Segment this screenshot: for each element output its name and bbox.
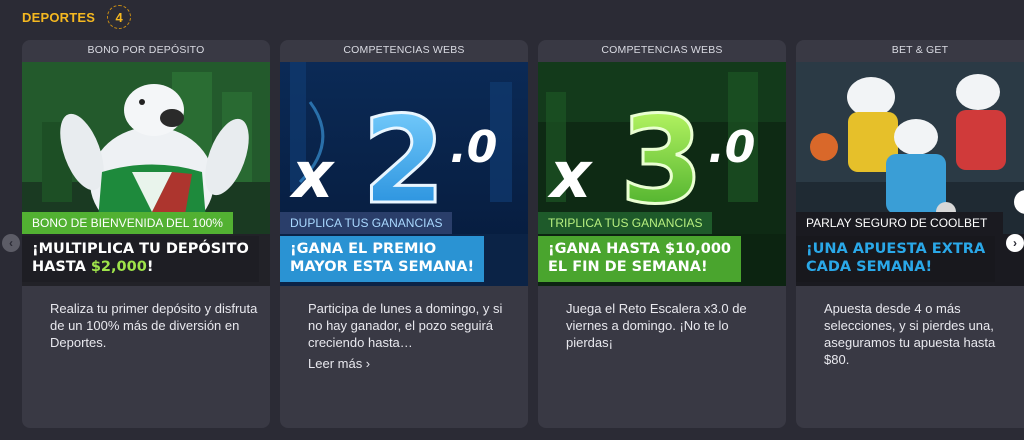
section-title: DEPORTES xyxy=(22,9,96,25)
promo-headline: ¡GANA EL PREMIO MAYOR ESTA SEMANA! xyxy=(280,236,485,282)
carousel-prev-button[interactable]: ‹ xyxy=(2,234,20,252)
promo-headline: ¡UNA APUESTA EXTRA CADA SEMANA! xyxy=(796,236,996,282)
promo-banner[interactable]: x 3 .0 TRIPLICA TUS GANANCIAS ¡GANA HAST… xyxy=(538,62,786,286)
headline-line-1: ¡GANA HASTA $10,000 xyxy=(548,241,732,257)
promo-card-bet-get[interactable]: BET & GET PARLAY SEGURO DE COOLBET ¡UNA … xyxy=(796,40,1024,428)
promo-card-x3[interactable]: COMPETENCIAS WEBS x 3 .0 TRIPLICA TUS GA… xyxy=(538,40,786,428)
headline-amount: $2,000 xyxy=(90,259,147,275)
card-category: COMPETENCIAS WEBS xyxy=(601,44,723,56)
banner-decimal: .0 xyxy=(708,122,755,173)
promo-tag: PARLAY SEGURO DE COOLBET xyxy=(796,212,1004,234)
read-more-link[interactable]: Leer más › xyxy=(308,356,370,371)
headline-line-2: HASTA $2,000! xyxy=(32,258,249,276)
promo-headline: ¡MULTIPLICA TU DEPÓSITO HASTA $2,000! xyxy=(22,236,259,282)
headline-line-1: ¡MULTIPLICA TU DEPÓSITO xyxy=(32,241,249,257)
banner-prefix: x xyxy=(289,139,335,213)
card-description: Juega el Reto Escalera x3.0 de viernes a… xyxy=(566,301,747,350)
headline-prefix: HASTA xyxy=(32,259,91,275)
promo-tag: DUPLICA TUS GANANCIAS xyxy=(280,212,453,234)
card-description: Realiza tu primer depósito y disfruta de… xyxy=(50,301,258,350)
banner-prefix: x xyxy=(547,139,593,213)
card-category: BET & GET xyxy=(891,44,949,56)
section-header: DEPORTES 4 xyxy=(22,5,132,29)
headline-line-2: CADA SEMANA! xyxy=(806,259,933,275)
card-description: Apuesta desde 4 o más selecciones, y si … xyxy=(824,301,996,367)
promo-headline: ¡GANA HASTA $10,000 EL FIN DE SEMANA! xyxy=(538,236,742,282)
chevron-right-icon: › xyxy=(1013,236,1017,250)
carousel-next-button[interactable]: › xyxy=(1006,234,1024,252)
card-category: COMPETENCIAS WEBS xyxy=(343,44,465,56)
card-description: Participa de lunes a domingo, y si no ha… xyxy=(308,301,503,350)
promo-tag: TRIPLICA TUS GANANCIAS xyxy=(538,212,713,234)
promo-banner[interactable]: x 2 .0 DUPLICA TUS GANANCIAS ¡GANA EL PR… xyxy=(280,62,528,286)
promo-card-deposit-bonus[interactable]: BONO POR DEPÓSITO BONO DE BIENVENIDA DEL… xyxy=(22,40,270,428)
headline-line-1: ¡UNA APUESTA EXTRA xyxy=(806,241,986,257)
promo-tag: BONO DE BIENVENIDA DEL 100% xyxy=(22,212,233,234)
promo-card-x2[interactable]: COMPETENCIAS WEBS x 2 .0 DUPLICA TUS GAN… xyxy=(280,40,528,428)
count-badge: 4 xyxy=(107,5,132,29)
promo-banner[interactable]: PARLAY SEGURO DE COOLBET ¡UNA APUESTA EX… xyxy=(796,62,1024,286)
banner-decimal: .0 xyxy=(450,122,497,173)
headline-line-1: ¡GANA EL PREMIO xyxy=(290,241,437,257)
banner-number: 2 xyxy=(362,92,446,231)
banner-number: 3 xyxy=(620,92,704,231)
headline-line-2: EL FIN DE SEMANA! xyxy=(548,259,708,275)
promo-banner[interactable]: BONO DE BIENVENIDA DEL 100% ¡MULTIPLICA … xyxy=(22,62,270,286)
chevron-left-icon: ‹ xyxy=(9,236,13,250)
headline-line-2: MAYOR ESTA SEMANA! xyxy=(290,259,475,275)
headline-suffix: ! xyxy=(146,259,154,275)
card-category: BONO POR DEPÓSITO xyxy=(87,44,205,56)
